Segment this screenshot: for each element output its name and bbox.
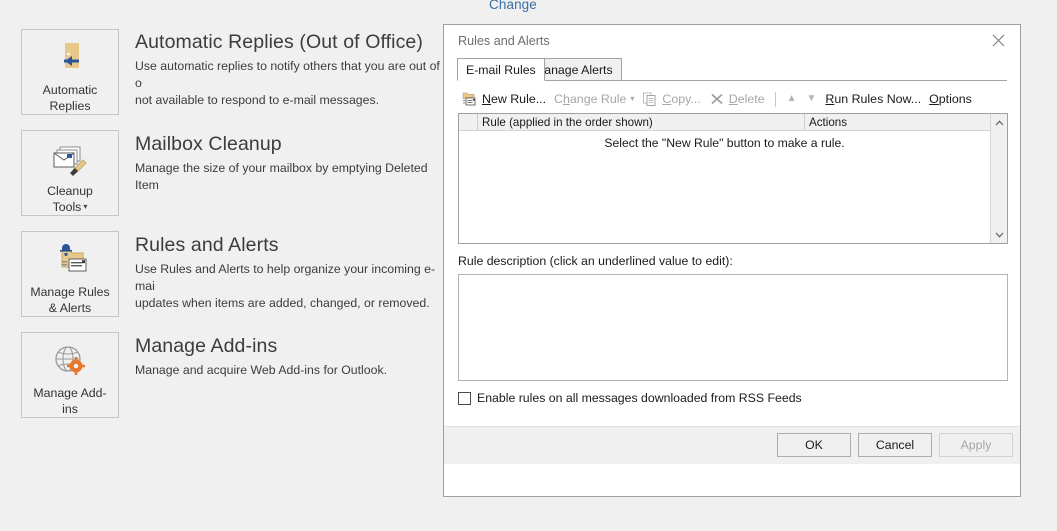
close-icon[interactable]: [976, 25, 1020, 56]
change-rule-label: Change Rule: [554, 92, 627, 106]
dialog-body: E-mail Rules Manage Alerts New Rule... C…: [444, 58, 1020, 464]
delete-label: Delete: [728, 92, 765, 106]
arrow-up-icon: ▲: [786, 93, 797, 104]
command-button-label: Cleanup Tools ▾: [47, 183, 93, 215]
ok-button[interactable]: OK: [777, 433, 851, 457]
door-back-arrow-icon: [49, 39, 91, 79]
copy-button[interactable]: Copy...: [638, 88, 704, 110]
rss-feeds-checkbox[interactable]: [458, 391, 471, 405]
tab-label: E-mail Rules: [466, 62, 536, 77]
options-button[interactable]: Options: [925, 88, 976, 110]
run-rules-now-button[interactable]: Run Rules Now...: [821, 88, 925, 110]
section-title-manage-add-ins: Manage Add-ins: [135, 335, 278, 357]
command-button-label: Manage Rules & Alerts: [30, 285, 110, 315]
new-rule-label: New Rule...: [482, 92, 547, 106]
rule-description-box[interactable]: [458, 274, 1008, 381]
rules-list-column-checkbox: [459, 114, 478, 130]
rules-list-column-rule: Rule (applied in the order shown): [478, 114, 805, 130]
rss-feeds-checkbox-label: Enable rules on all messages downloaded …: [477, 391, 802, 405]
chevron-down-icon: ▾: [630, 94, 635, 103]
dialog-footer: OK Cancel Apply: [444, 426, 1020, 464]
section-desc-manage-add-ins: Manage and acquire Web Add-ins for Outlo…: [135, 363, 388, 377]
arrow-down-icon: ▼: [806, 93, 817, 104]
new-rule-button[interactable]: New Rule...: [458, 88, 550, 110]
section-desc-mailbox-cleanup: Manage the size of your mailbox by empty…: [135, 161, 428, 192]
chevron-up-icon[interactable]: [991, 114, 1007, 131]
dialog-titlebar: Rules and Alerts: [444, 25, 1020, 58]
rules-list[interactable]: Rule (applied in the order shown) Action…: [458, 113, 1008, 244]
rules-list-empty-message: Select the "New Rule" button to make a r…: [604, 136, 845, 150]
section-desc-automatic-replies: Use automatic replies to notify others t…: [135, 59, 440, 107]
tab-e-mail-rules[interactable]: E-mail Rules: [457, 58, 545, 81]
copy-documents-icon: [642, 91, 658, 107]
rules-and-alerts-dialog: Rules and Alerts E-mail Rules Manage Ale…: [443, 24, 1021, 497]
section-desc-rules-and-alerts: Use Rules and Alerts to help organize yo…: [135, 262, 436, 310]
rules-list-header: Rule (applied in the order shown) Action…: [459, 114, 1007, 131]
rules-alerts-folder-bell-icon: [49, 241, 91, 281]
change-rule-button[interactable]: Change Rule ▾: [550, 88, 638, 110]
tab-label: Manage Alerts: [534, 62, 613, 77]
rules-list-column-actions: Actions: [809, 115, 848, 129]
change-link[interactable]: Change: [489, 0, 537, 12]
apply-button[interactable]: Apply: [939, 433, 1013, 457]
command-button-label: Manage Add- ins: [33, 386, 107, 416]
command-button-cleanup-tools[interactable]: Cleanup Tools ▾: [21, 130, 119, 216]
move-rule-down-button[interactable]: ▼: [802, 93, 822, 105]
command-button-manage-rules-alerts[interactable]: Manage Rules & Alerts: [21, 231, 119, 317]
delete-x-icon: [709, 91, 725, 107]
rules-list-scrollbar[interactable]: [990, 114, 1007, 243]
mailbox-cleanup-broom-icon: [49, 140, 91, 180]
run-rules-now-label: Run Rules Now...: [825, 92, 922, 106]
section-title-rules-and-alerts: Rules and Alerts: [135, 234, 279, 256]
toolbar-separator: [774, 91, 776, 107]
dialog-title: Rules and Alerts: [458, 34, 550, 48]
command-button-manage-add-ins[interactable]: Manage Add- ins: [21, 332, 119, 418]
cancel-button[interactable]: Cancel: [858, 433, 932, 457]
command-button-label: Automatic Replies: [42, 83, 98, 113]
section-title-automatic-replies: Automatic Replies (Out of Office): [135, 31, 423, 53]
copy-label: Copy...: [662, 92, 701, 106]
section-title-mailbox-cleanup: Mailbox Cleanup: [135, 133, 282, 155]
command-button-automatic-replies[interactable]: Automatic Replies: [21, 29, 119, 115]
rules-toolbar: New Rule... Change Rule ▾ Copy... Delete…: [458, 87, 1008, 111]
globe-gear-icon: [49, 342, 91, 382]
rss-feeds-checkbox-row[interactable]: Enable rules on all messages downloaded …: [458, 391, 802, 405]
new-rule-folder-icon: [462, 91, 478, 107]
options-label: Options: [929, 92, 972, 106]
move-rule-up-button[interactable]: ▲: [782, 93, 802, 105]
chevron-down-icon[interactable]: [991, 226, 1007, 243]
rule-description-label: Rule description (click an underlined va…: [458, 254, 733, 268]
chevron-down-icon[interactable]: ▾: [83, 202, 87, 211]
delete-button[interactable]: Delete: [705, 88, 769, 110]
